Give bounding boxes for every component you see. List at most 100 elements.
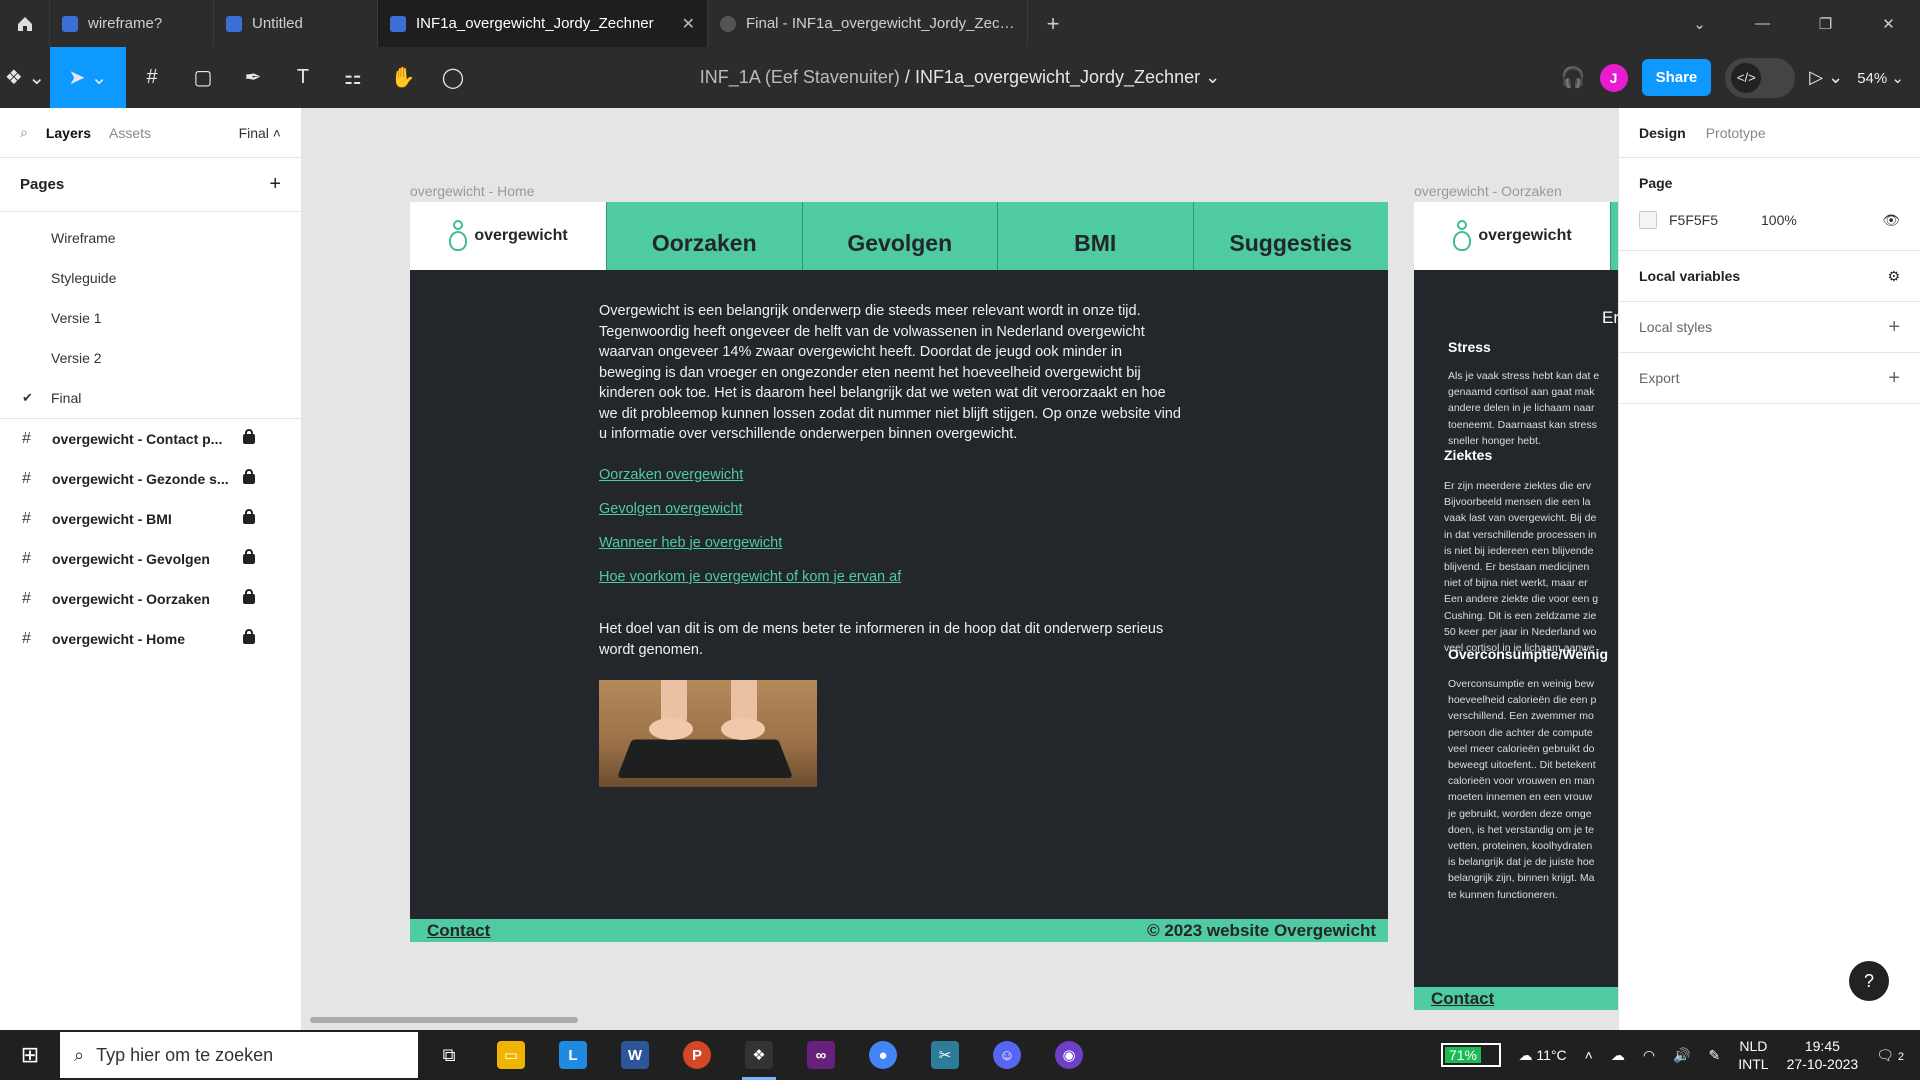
lock-icon[interactable] <box>243 549 255 564</box>
eye-icon[interactable]: 👁 <box>1882 212 1900 229</box>
page-item-versie-2[interactable]: Versie 2 <box>0 338 301 378</box>
language-indicator[interactable]: NLD INTL <box>1738 1037 1768 1073</box>
task-view-button[interactable]: ⧉ <box>418 1030 480 1080</box>
footer-contact-link[interactable]: Contact <box>1431 989 1494 1009</box>
resources-button[interactable]: ⚏ <box>328 47 378 108</box>
battery-indicator[interactable]: 71% <box>1440 1043 1501 1067</box>
layer-frame-bmi[interactable]: # overgewicht - BMI <box>0 499 301 539</box>
lock-icon[interactable] <box>243 589 255 604</box>
page-selector[interactable]: Final ˄ <box>239 125 281 141</box>
local-styles-row[interactable]: Local styles + <box>1639 302 1900 352</box>
nav-bmi[interactable]: BMI <box>997 202 1193 270</box>
cloud-icon[interactable]: ☁ <box>1611 1047 1625 1064</box>
taskbar-powerpoint[interactable]: P <box>666 1030 728 1080</box>
search-icon[interactable]: ⌕ <box>20 124 28 141</box>
frame-label-home[interactable]: overgewicht - Home <box>410 183 535 199</box>
chevron-down-icon[interactable]: ⌄ <box>1668 0 1731 47</box>
taskbar-discord[interactable]: ☺ <box>976 1030 1038 1080</box>
frame-home[interactable]: overgewicht Oorzaken Gevolgen BMI Sugges… <box>410 202 1388 942</box>
taskbar-word[interactable]: W <box>604 1030 666 1080</box>
start-button[interactable]: ⊞ <box>0 1042 60 1068</box>
help-button[interactable]: ? <box>1849 961 1889 1001</box>
lock-icon[interactable] <box>243 509 255 524</box>
restore-button[interactable]: ❐ <box>1794 0 1857 47</box>
add-page-button[interactable]: + <box>269 173 281 196</box>
taskbar-github[interactable]: ◉ <box>1038 1030 1100 1080</box>
nav-partial[interactable] <box>1610 202 1618 270</box>
comment-tool-button[interactable]: ◯ <box>428 47 478 108</box>
avatar[interactable]: J <box>1599 63 1628 92</box>
text-tool-button[interactable]: T <box>278 47 328 108</box>
frame-tool-button[interactable]: # <box>126 47 178 108</box>
notification-button[interactable]: 🗨 2 <box>1876 1047 1904 1064</box>
local-variables-row[interactable]: Local variables ⚙ <box>1639 251 1900 301</box>
dev-mode-toggle[interactable]: </> <box>1725 57 1796 98</box>
layer-frame-home[interactable]: # overgewicht - Home <box>0 619 301 659</box>
file-name[interactable]: INF1a_overgewicht_Jordy_Zechner <box>915 67 1200 87</box>
taskbar-figma[interactable]: ❖ <box>728 1030 790 1080</box>
export-row[interactable]: Export + <box>1639 353 1900 403</box>
nav-oorzaken[interactable]: Oorzaken <box>606 202 802 270</box>
layer-frame-gevolgen[interactable]: # overgewicht - Gevolgen <box>0 539 301 579</box>
lock-icon[interactable] <box>243 629 255 644</box>
taskbar-app-l[interactable]: L <box>542 1030 604 1080</box>
frame-label-oorzaken[interactable]: overgewicht - Oorzaken <box>1414 183 1562 199</box>
new-tab-button[interactable]: + <box>1028 0 1078 47</box>
tab-assets[interactable]: Assets <box>109 125 151 141</box>
present-button[interactable]: ▷ ⌄ <box>1809 67 1843 88</box>
close-window-button[interactable]: ✕ <box>1857 0 1920 47</box>
tab-current-file[interactable]: INF1a_overgewicht_Jordy_Zechner ✕ <box>378 0 708 47</box>
nav-suggesties[interactable]: Suggesties <box>1192 202 1388 270</box>
page-item-final[interactable]: ✔ Final <box>0 378 301 418</box>
zoom-level[interactable]: 54% ⌄ <box>1857 69 1904 87</box>
taskbar-visual-studio[interactable]: ∞ <box>790 1030 852 1080</box>
tab-prototype[interactable]: Prototype <box>1706 125 1766 141</box>
layer-frame-contact[interactable]: # overgewicht - Contact p... <box>0 419 301 459</box>
link-oorzaken[interactable]: Oorzaken overgewicht <box>599 465 1181 486</box>
taskbar-file-explorer[interactable]: ▭ <box>480 1030 542 1080</box>
lock-icon[interactable] <box>243 429 255 444</box>
chevron-up-icon[interactable]: ˄ <box>1585 1047 1593 1063</box>
canvas[interactable]: overgewicht - Home overgewicht Oorzaken … <box>302 108 1618 1030</box>
pen-icon[interactable]: ✎ <box>1709 1047 1721 1064</box>
minimize-button[interactable]: — <box>1731 0 1794 47</box>
volume-icon[interactable]: 🔊 <box>1673 1047 1690 1064</box>
link-voorkomen[interactable]: Hoe voorkom je overgewicht of kom je erv… <box>599 567 1181 588</box>
share-button[interactable]: Share <box>1641 59 1712 96</box>
tab-design[interactable]: Design <box>1639 125 1686 141</box>
color-swatch[interactable] <box>1639 211 1657 229</box>
shape-tool-button[interactable]: ▢ <box>178 47 228 108</box>
link-gevolgen[interactable]: Gevolgen overgewicht <box>599 499 1181 520</box>
clock[interactable]: 19:45 27-10-2023 <box>1787 1037 1859 1073</box>
project-name[interactable]: INF_1A (Eef Stavenuiter) <box>700 67 900 87</box>
page-opacity-value[interactable]: 100% <box>1761 212 1797 228</box>
page-item-styleguide[interactable]: Styleguide <box>0 258 301 298</box>
weather-widget[interactable]: ☁ 11°C <box>1519 1047 1567 1064</box>
sliders-icon[interactable]: ⚙ <box>1887 268 1900 285</box>
taskbar-snipping[interactable]: ✂ <box>914 1030 976 1080</box>
close-tab-icon[interactable]: ✕ <box>682 14 695 34</box>
move-tool-button[interactable]: ➤ ⌄ <box>50 47 126 108</box>
page-item-wireframe[interactable]: Wireframe <box>0 218 301 258</box>
main-menu-button[interactable]: ❖ ⌄ <box>0 47 50 108</box>
add-style-icon[interactable]: + <box>1888 316 1900 339</box>
tab-layers[interactable]: Layers <box>46 125 91 141</box>
layer-frame-gezonde[interactable]: # overgewicht - Gezonde s... <box>0 459 301 499</box>
tab-wireframe[interactable]: wireframe? <box>50 0 214 47</box>
page-fill-row[interactable]: F5F5F5 100% 👁 <box>1639 200 1900 240</box>
tab-untitled[interactable]: Untitled <box>214 0 378 47</box>
home-button[interactable] <box>0 0 50 47</box>
page-color-value[interactable]: F5F5F5 <box>1669 212 1749 228</box>
footer-contact-link[interactable]: Contact <box>427 921 490 941</box>
nav-gevolgen[interactable]: Gevolgen <box>801 202 997 270</box>
tab-prototype-final[interactable]: Final - INF1a_overgewicht_Jordy_Zechner <box>708 0 1028 47</box>
layer-frame-oorzaken[interactable]: # overgewicht - Oorzaken <box>0 579 301 619</box>
wifi-icon[interactable]: ◠ <box>1643 1047 1655 1064</box>
taskbar-chrome[interactable]: ● <box>852 1030 914 1080</box>
link-wanneer[interactable]: Wanneer heb je overgewicht <box>599 533 1181 554</box>
lock-icon[interactable] <box>243 469 255 484</box>
frame-oorzaken[interactable]: overgewicht Er Stress Als je vaak stress… <box>1414 202 1618 1010</box>
add-export-icon[interactable]: + <box>1888 367 1900 390</box>
chevron-down-icon[interactable]: ⌄ <box>1205 67 1220 87</box>
horizontal-scrollbar[interactable] <box>310 1017 578 1023</box>
